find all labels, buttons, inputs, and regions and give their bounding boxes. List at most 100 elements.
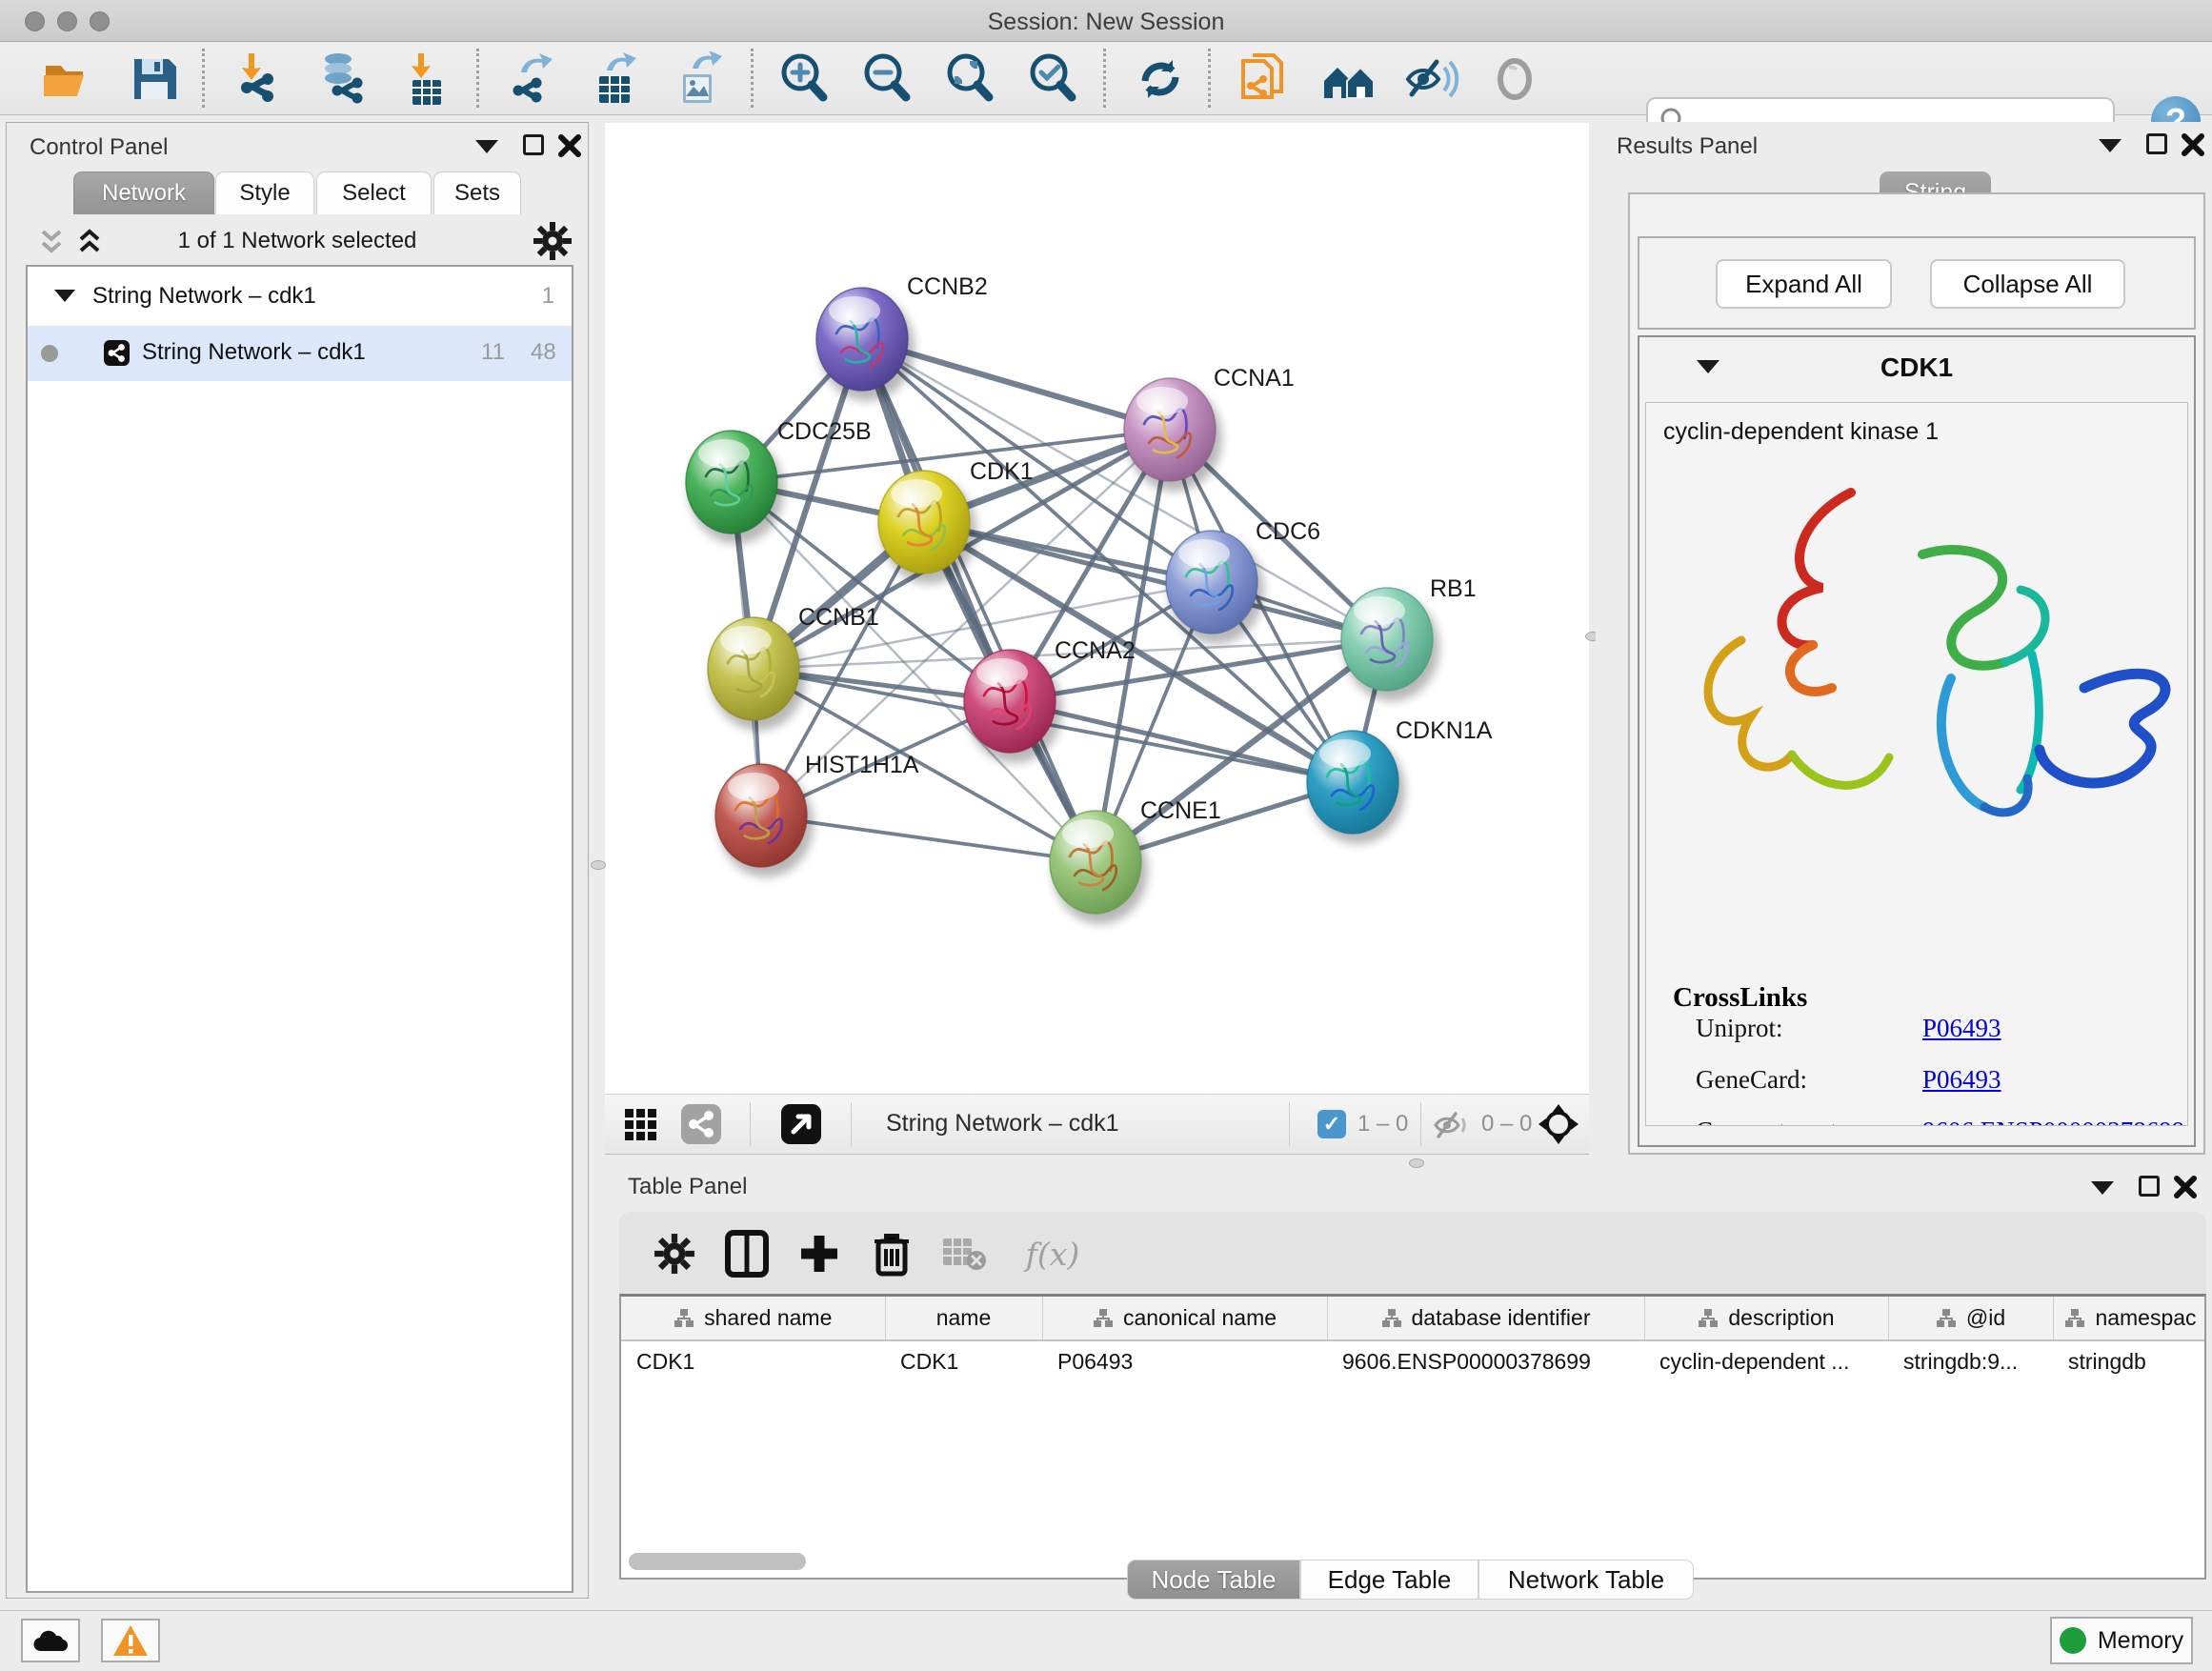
panel-float-icon[interactable] bbox=[2139, 1176, 2160, 1197]
horizontal-scrollbar-thumb[interactable] bbox=[629, 1553, 806, 1570]
column-header-shared-name[interactable]: shared name bbox=[621, 1297, 885, 1340]
node-CDC25B[interactable]: CDC25B bbox=[686, 418, 872, 544]
node-CDC6[interactable]: CDC6 bbox=[1166, 518, 1320, 644]
panel-close-icon[interactable] bbox=[557, 133, 582, 158]
panel-float-icon[interactable] bbox=[2146, 133, 2167, 154]
node-RB1[interactable]: RB1 bbox=[1341, 575, 1477, 701]
tab-edge-table[interactable]: Edge Table bbox=[1300, 1560, 1478, 1600]
node-CCNB1[interactable]: CCNB1 bbox=[708, 604, 879, 731]
panel-close-icon[interactable] bbox=[2181, 132, 2205, 157]
warnings-button[interactable] bbox=[101, 1619, 160, 1662]
tab-sets[interactable]: Sets bbox=[433, 171, 521, 214]
crosslink-link[interactable]: 9606.ENSP00000378699 bbox=[1922, 1117, 2184, 1126]
crosslink-link[interactable]: P06493 bbox=[1922, 1014, 2001, 1043]
create-column-button[interactable] bbox=[793, 1227, 846, 1280]
open-in-window-icon[interactable] bbox=[781, 1104, 821, 1144]
column-type-icon bbox=[2064, 1308, 2085, 1329]
open-session-button[interactable] bbox=[38, 50, 95, 108]
zoom-in-button[interactable] bbox=[776, 50, 834, 108]
table-cell[interactable]: CDK1 bbox=[621, 1340, 885, 1382]
bottom-splitter-handle[interactable] bbox=[1409, 1158, 1424, 1168]
string-network-graph[interactable]: CCNB2CCNA1CDC25BCDK1CDC6RB1CCNB1CCNA2CDK… bbox=[605, 123, 1589, 1094]
panel-menu-caret-icon[interactable] bbox=[2091, 1181, 2114, 1195]
zoom-out-button[interactable] bbox=[859, 50, 916, 108]
export-network-button[interactable] bbox=[503, 50, 560, 108]
network-row-selected[interactable]: String Network – cdk1 11 48 bbox=[28, 326, 572, 381]
collapse-all-button[interactable]: Collapse All bbox=[1930, 259, 2125, 309]
tab-style[interactable]: Style bbox=[215, 171, 314, 214]
column-header-canonical-name[interactable]: canonical name bbox=[1042, 1297, 1327, 1340]
edge-CCNB2-CCNE1[interactable] bbox=[862, 339, 1096, 862]
gene-card-body: cyclin-dependent kinase 1 bbox=[1645, 402, 2188, 1126]
show-hide-eye-button[interactable] bbox=[1486, 50, 1543, 108]
hide-glass-panel-button[interactable] bbox=[1402, 50, 1459, 108]
node-HIST1H1A[interactable]: HIST1H1A bbox=[715, 752, 919, 877]
network-options-gear-icon[interactable] bbox=[533, 221, 573, 261]
panel-float-icon[interactable] bbox=[523, 134, 544, 155]
crosslink-link[interactable]: P06493 bbox=[1922, 1065, 2001, 1095]
column-header-name[interactable]: name bbox=[885, 1297, 1042, 1340]
import-network-button[interactable] bbox=[231, 50, 288, 108]
table-cell[interactable]: stringdb bbox=[2053, 1340, 2206, 1382]
left-splitter-handle[interactable] bbox=[591, 860, 606, 870]
table-cell[interactable]: cyclin-dependent ... bbox=[1644, 1340, 1888, 1382]
import-table-button[interactable] bbox=[398, 50, 455, 108]
tab-network-table[interactable]: Network Table bbox=[1478, 1560, 1694, 1600]
panel-menu-caret-icon[interactable] bbox=[475, 140, 498, 153]
birds-eye-view-icon[interactable] bbox=[1537, 1102, 1580, 1146]
network-nodes[interactable]: CCNB2CCNA1CDC25BCDK1CDC6RB1CCNB1CCNA2CDK… bbox=[686, 273, 1493, 924]
delete-table-button-disabled[interactable] bbox=[937, 1227, 991, 1280]
node-CCNA2[interactable]: CCNA2 bbox=[964, 637, 1136, 763]
column-header-description[interactable]: description bbox=[1644, 1297, 1888, 1340]
table-settings-button[interactable] bbox=[648, 1227, 701, 1280]
share-document-button[interactable] bbox=[1235, 50, 1292, 108]
delete-column-button[interactable] bbox=[865, 1227, 918, 1280]
refresh-icon bbox=[1134, 52, 1187, 106]
string-home-button[interactable] bbox=[1320, 50, 1377, 108]
column-header-namespac[interactable]: namespac bbox=[2053, 1297, 2206, 1340]
cloud-status-button[interactable] bbox=[21, 1619, 80, 1662]
zoom-selected-button[interactable] bbox=[1025, 50, 1082, 108]
network-badge-icon[interactable] bbox=[681, 1104, 721, 1144]
tab-select[interactable]: Select bbox=[316, 171, 432, 214]
attribute-table[interactable]: shared namenamecanonical namedatabase id… bbox=[621, 1297, 2206, 1382]
memory-button[interactable]: Memory bbox=[2050, 1617, 2193, 1664]
table-cell[interactable]: P06493 bbox=[1042, 1340, 1327, 1382]
toolbar-divider bbox=[1208, 49, 1211, 108]
hidden-items-eye-slash-icon[interactable] bbox=[1432, 1108, 1474, 1142]
export-table-button[interactable] bbox=[587, 50, 644, 108]
panel-close-icon[interactable] bbox=[2173, 1175, 2198, 1199]
column-header-database-identifier[interactable]: database identifier bbox=[1327, 1297, 1644, 1340]
refresh-view-button[interactable] bbox=[1132, 50, 1189, 108]
table-cell[interactable]: CDK1 bbox=[885, 1340, 1042, 1382]
tab-network[interactable]: Network bbox=[73, 171, 214, 214]
table-row[interactable]: CDK1CDK1P064939606.ENSP00000378699cyclin… bbox=[621, 1340, 2206, 1382]
panel-menu-caret-icon[interactable] bbox=[2099, 139, 2122, 152]
fx-icon: f(x) bbox=[1026, 1236, 1080, 1273]
table-cell[interactable]: stringdb:9... bbox=[1888, 1340, 2053, 1382]
gene-card-header[interactable]: CDK1 bbox=[1639, 337, 2194, 400]
tab-node-table[interactable]: Node Table bbox=[1127, 1560, 1300, 1600]
export-image-button[interactable] bbox=[671, 50, 728, 108]
gene-description: cyclin-dependent kinase 1 bbox=[1663, 418, 2187, 446]
node-CDKN1A[interactable]: CDKN1A bbox=[1307, 717, 1493, 844]
tree-expander-icon[interactable] bbox=[54, 290, 75, 302]
network-view-canvas[interactable]: CCNB2CCNA1CDC25BCDK1CDC6RB1CCNB1CCNA2CDK… bbox=[605, 123, 1589, 1094]
node-CCNA1[interactable]: CCNA1 bbox=[1124, 365, 1295, 492]
import-network-from-database-button[interactable] bbox=[312, 50, 370, 108]
zoom-fit-button[interactable] bbox=[942, 50, 999, 108]
function-builder-button-disabled[interactable]: f(x) bbox=[1010, 1227, 1096, 1280]
title-bar: Session: New Session bbox=[0, 0, 2212, 42]
selected-nodes-checkbox[interactable]: ✓ bbox=[1317, 1110, 1346, 1138]
show-columns-button[interactable] bbox=[720, 1227, 774, 1280]
node-CCNB2[interactable]: CCNB2 bbox=[816, 273, 988, 401]
node-label-CDC6: CDC6 bbox=[1256, 518, 1320, 545]
expand-all-button[interactable]: Expand All bbox=[1716, 259, 1892, 309]
grid-view-icon[interactable] bbox=[624, 1108, 658, 1142]
save-session-button[interactable] bbox=[126, 50, 183, 108]
network-collection-row[interactable]: String Network – cdk1 1 bbox=[28, 267, 572, 326]
column-header--id[interactable]: @id bbox=[1888, 1297, 2053, 1340]
main-toolbar: ? bbox=[0, 43, 2212, 115]
table-cell[interactable]: 9606.ENSP00000378699 bbox=[1327, 1340, 1644, 1382]
node-CCNE1[interactable]: CCNE1 bbox=[1050, 797, 1221, 924]
